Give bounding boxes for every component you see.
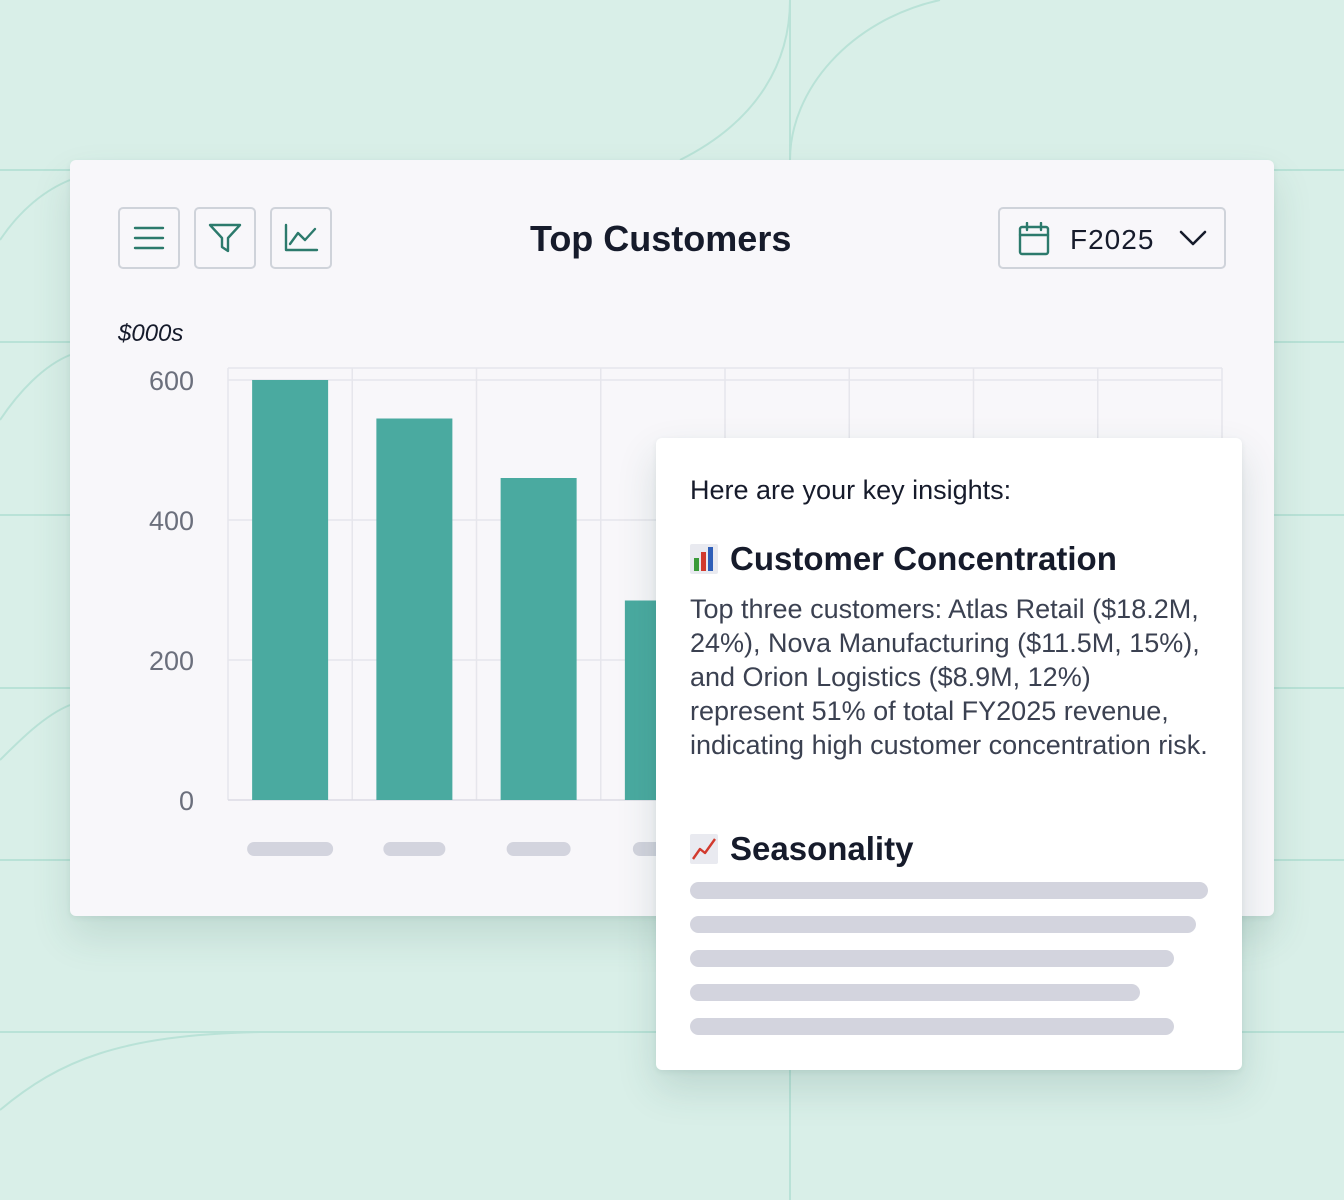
section-title-customer-concentration: Customer Concentration [690, 540, 1117, 578]
skeleton-line [690, 1018, 1174, 1035]
period-value: F2025 [1070, 224, 1155, 255]
section-title-seasonality: Seasonality [690, 830, 913, 868]
period-dropdown[interactable]: F2025 [998, 207, 1226, 269]
bar [376, 418, 453, 800]
x-tick-label-placeholder [247, 842, 334, 856]
y-tick-label: 400 [149, 506, 194, 536]
customer-concentration-text: Top three customers: Atlas Retail ($18.2… [690, 594, 1208, 760]
x-tick-label-placeholder [383, 842, 446, 856]
y-tick-label: 0 [179, 786, 194, 816]
hamburger-menu-icon [133, 226, 165, 250]
menu-button[interactable] [118, 207, 180, 269]
chevron-down-icon [1179, 230, 1207, 246]
y-tick-label: 200 [149, 646, 194, 676]
page-title: Top Customers [530, 218, 792, 259]
filter-button[interactable] [194, 207, 256, 269]
line-chart-icon [284, 223, 319, 252]
bar [500, 478, 577, 800]
trending-up-icon [690, 834, 718, 864]
filter-funnel-icon [208, 223, 242, 253]
skeleton-line [690, 984, 1140, 1001]
insights-intro: Here are your key insights: [690, 475, 1012, 505]
skeleton-line [690, 916, 1196, 933]
insights-panel: Here are your key insights: Customer Con… [656, 438, 1242, 1070]
section-title-text: Customer Concentration [730, 540, 1117, 577]
y-axis-unit-label: $000s [118, 320, 184, 347]
bar-chart-icon [690, 544, 718, 574]
section-title-text: Seasonality [730, 830, 914, 867]
bar [252, 380, 329, 800]
x-tick-label-placeholder [506, 842, 571, 856]
chart-view-button[interactable] [270, 207, 332, 269]
skeleton-line [690, 950, 1174, 967]
calendar-icon [1018, 222, 1050, 256]
y-tick-label: 600 [149, 366, 194, 396]
skeleton-line [690, 882, 1208, 899]
